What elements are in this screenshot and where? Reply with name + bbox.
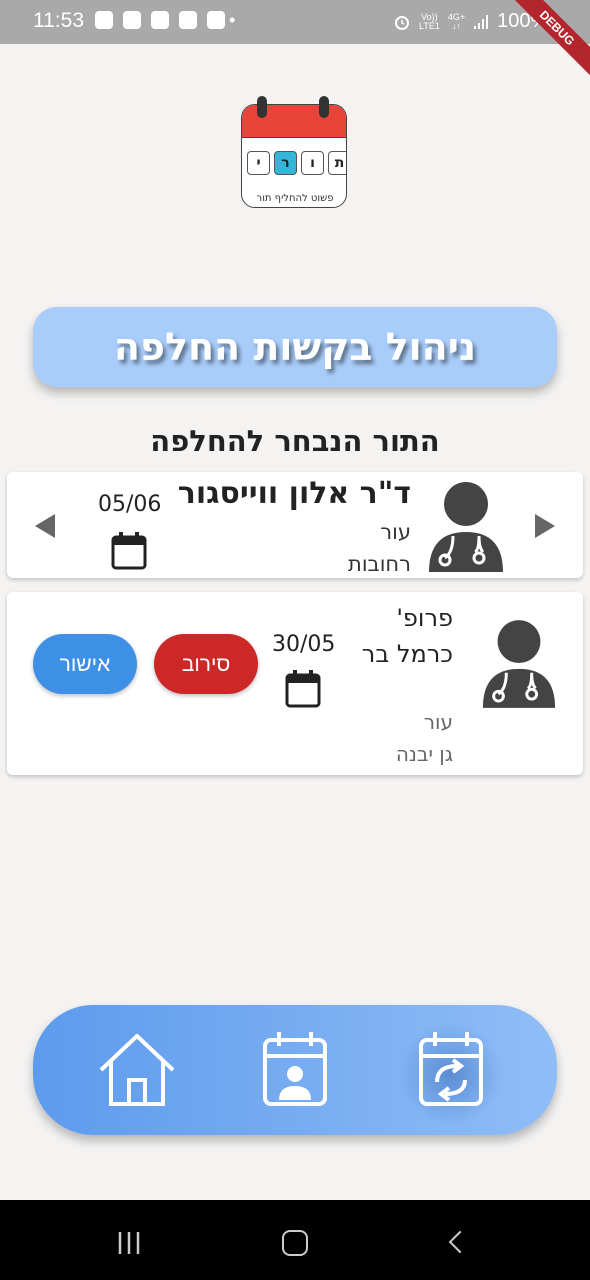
signal-icon <box>474 14 489 29</box>
status-right: Vo)) LTE1 4G+ ↓↑ 100% <box>393 10 548 33</box>
next-arrow-icon[interactable] <box>535 514 555 538</box>
logo-letter: י <box>247 151 270 175</box>
network-arrows-icon: ↓↑ <box>451 20 461 31</box>
status-bar: 11:53 • Vo)) LTE1 4G+ ↓↑ 100% DEBUG <box>0 0 590 89</box>
linkedin-icon <box>207 11 225 29</box>
selected-appointment-card: ד"ר אלון ווייסגור עור רחובות 05/06 <box>7 472 583 578</box>
settings-icon <box>151 11 169 29</box>
request-specialty: עור <box>423 710 453 734</box>
logo-letter: ת <box>328 151 346 175</box>
logo-ring <box>319 96 329 118</box>
request-date: 30/05 <box>272 632 336 657</box>
logo-tagline: פשוט להחליף תור <box>256 193 334 204</box>
nav-my-appointments[interactable] <box>255 1030 335 1110</box>
swap-request-card: פרופ' כרמל בר עור גן יבנה 30/05 סירוב אי… <box>7 592 583 775</box>
volte-indicator: Vo)) LTE1 <box>419 12 440 31</box>
alarm-icon <box>395 15 409 30</box>
chat-icon <box>95 11 113 29</box>
calendar-person-icon <box>263 1032 327 1106</box>
approve-button[interactable]: אישור <box>33 634 137 694</box>
logo-letter: ו <box>301 151 324 175</box>
page-title-banner: ניהול בקשות החלפה <box>33 307 557 387</box>
bottom-nav <box>33 1005 557 1135</box>
calendar-swap-icon <box>419 1032 483 1106</box>
logo-calendar: י ר ו ת פשוט להחליף תור <box>241 104 347 208</box>
doctor-icon <box>482 620 556 708</box>
system-nav-bar <box>0 1200 590 1280</box>
nav-swap-requests[interactable] <box>399 1022 503 1126</box>
home-icon <box>99 1034 175 1106</box>
logo-letter: ר <box>274 151 297 175</box>
game-icon <box>123 11 141 29</box>
selected-date: 05/06 <box>98 492 162 517</box>
section-title: התור הנבחר להחלפה <box>150 424 440 458</box>
request-city: גן יבנה <box>395 742 453 766</box>
selected-specialty: עור <box>380 520 411 544</box>
recent-apps-icon[interactable] <box>117 1232 141 1254</box>
volte-bottom: LTE1 <box>419 20 440 31</box>
page-title: ניהול בקשות החלפה <box>113 325 477 369</box>
logo-letters: י ר ו ת <box>247 151 346 175</box>
notification-icons <box>95 11 225 29</box>
selected-city: רחובות <box>348 552 411 576</box>
back-icon[interactable] <box>448 1230 472 1254</box>
status-dot: • <box>229 10 236 30</box>
status-time: 11:53 <box>33 9 84 32</box>
prev-arrow-icon[interactable] <box>35 514 55 538</box>
home-button-icon[interactable] <box>282 1230 308 1256</box>
calendar-icon <box>285 670 321 708</box>
request-doctor-name: פרופ' כרמל בר <box>361 604 453 668</box>
app-logo: י ר ו ת פשוט להחליף תור <box>239 96 349 210</box>
mail-icon <box>179 11 197 29</box>
network-indicator: 4G+ ↓↑ <box>448 12 465 31</box>
doctor-icon <box>429 482 503 572</box>
logo-ring <box>257 96 267 118</box>
nav-home[interactable] <box>97 1030 177 1110</box>
calendar-icon <box>111 532 147 570</box>
reject-button[interactable]: סירוב <box>154 634 258 694</box>
selected-doctor-name: ד"ר אלון ווייסגור <box>177 476 411 511</box>
